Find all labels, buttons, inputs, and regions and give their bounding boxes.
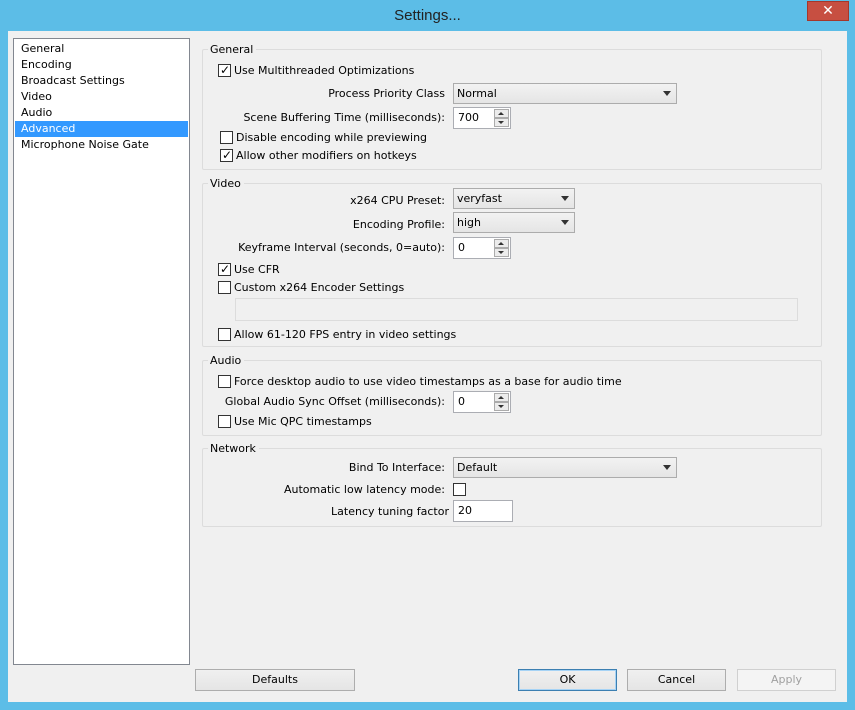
multithreaded-label: Use Multithreaded Optimizations [234,64,415,77]
close-icon: ✕ [822,3,834,19]
sync-offset-value: 0 [458,395,465,408]
custom-x264-label: Custom x264 Encoder Settings [234,281,405,294]
ok-button[interactable]: OK [518,669,617,691]
preset-label: x264 CPU Preset: [350,194,445,207]
low-latency-label: Automatic low latency mode: [284,483,445,496]
multithreaded-checkbox[interactable]: ✓ [218,63,231,77]
priority-value: Normal [457,87,497,100]
spin-up-button[interactable] [494,109,509,118]
check-icon: ✓ [221,148,233,162]
force-desktop-label: Force desktop audio to use video timesta… [234,375,622,388]
sidebar-item-broadcast-settings[interactable]: Broadcast Settings [15,73,188,89]
spin-up-button[interactable] [494,393,509,402]
keyframe-label: Keyframe Interval (seconds, 0=auto): [238,241,445,254]
profile-value: high [457,216,481,229]
general-group-title: General [208,43,257,56]
dialog-client: General Encoding Broadcast Settings Vide… [8,31,847,702]
chevron-down-icon [561,196,569,201]
profile-label: Encoding Profile: [352,218,445,231]
sidebar-item-video[interactable]: Video [15,89,188,105]
disable-preview-checkbox[interactable] [220,131,233,144]
keyframe-spinner[interactable]: 0 [453,237,511,259]
hotkeys-label: Allow other modifiers on hotkeys [236,149,417,162]
high-fps-checkbox[interactable] [218,328,231,341]
sidebar-item-audio[interactable]: Audio [15,105,188,121]
priority-select[interactable]: Normal [453,83,677,104]
audio-group-title: Audio [208,354,245,367]
disable-preview-label: Disable encoding while previewing [236,131,428,144]
spin-down-button[interactable] [494,402,509,411]
chevron-down-icon [663,91,671,96]
cfr-checkbox[interactable]: ✓ [218,262,231,276]
custom-x264-checkbox[interactable] [218,281,231,294]
sidebar-item-advanced[interactable]: Advanced [15,121,188,137]
settings-window: Settings... ✕ General Encoding Broadcast… [0,0,855,710]
network-group-title: Network [208,442,259,455]
bind-interface-select[interactable]: Default [453,457,677,478]
hotkeys-checkbox[interactable]: ✓ [220,148,233,162]
bind-interface-value: Default [457,461,498,474]
buffering-label: Scene Buffering Time (milliseconds): [243,111,445,124]
chevron-down-icon [561,220,569,225]
tuning-input[interactable]: 20 [453,500,513,522]
apply-button[interactable]: Apply [737,669,836,691]
force-desktop-checkbox[interactable] [218,375,231,388]
spin-down-button[interactable] [494,118,509,127]
sync-offset-spinner[interactable]: 0 [453,391,511,413]
buffering-spinner[interactable]: 700 [453,107,511,129]
low-latency-checkbox[interactable] [453,483,466,496]
sync-offset-label: Global Audio Sync Offset (milliseconds): [224,395,445,408]
video-group: Video x264 CPU Preset: veryfast Encoding… [202,177,822,347]
high-fps-label: Allow 61-120 FPS entry in video settings [234,328,457,341]
defaults-button[interactable]: Defaults [195,669,355,691]
settings-category-list[interactable]: General Encoding Broadcast Settings Vide… [13,38,190,665]
preset-value: veryfast [457,192,502,205]
mic-qpc-label: Use Mic QPC timestamps [234,415,372,428]
check-icon: ✓ [219,262,231,276]
profile-select[interactable]: high [453,212,575,233]
video-group-title: Video [208,177,244,190]
check-icon: ✓ [219,63,231,77]
sidebar-item-microphone-noise-gate[interactable]: Microphone Noise Gate [15,137,188,153]
audio-group: Audio Force desktop audio to use video t… [202,354,822,436]
keyframe-value: 0 [458,241,465,254]
cfr-label: Use CFR [234,263,280,276]
network-group: Network Bind To Interface: Default Autom… [202,442,822,527]
custom-x264-input [235,298,798,321]
general-group: General ✓ Use Multithreaded Optimization… [202,43,822,170]
chevron-down-icon [663,465,671,470]
spin-down-button[interactable] [494,248,509,257]
bind-interface-label: Bind To Interface: [348,461,445,474]
priority-label: Process Priority Class [328,87,445,100]
title-bar[interactable]: Settings... ✕ [0,0,855,31]
cancel-button[interactable]: Cancel [627,669,726,691]
sidebar-item-general[interactable]: General [15,41,188,57]
spin-up-button[interactable] [494,239,509,248]
window-title: Settings... [394,7,461,24]
mic-qpc-checkbox[interactable] [218,415,231,428]
close-button[interactable]: ✕ [807,1,849,21]
preset-select[interactable]: veryfast [453,188,575,209]
sidebar-item-encoding[interactable]: Encoding [15,57,188,73]
tuning-label: Latency tuning factor [331,505,449,518]
buffering-value: 700 [458,111,479,124]
